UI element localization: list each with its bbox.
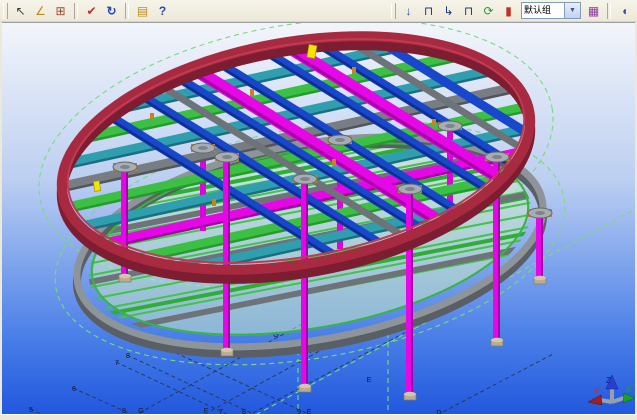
toolbar-separator <box>125 3 129 19</box>
check-model-icon[interactable]: ✔ <box>82 2 101 20</box>
grid-label: 6 <box>72 384 76 393</box>
phase-group-select[interactable]: 默认组 ▼ <box>521 2 581 19</box>
phase-grid-icon[interactable]: ▦ <box>584 2 603 20</box>
report-icon[interactable]: ▤ <box>133 2 152 20</box>
window-bottom-frame <box>0 414 637 420</box>
bolt-update-icon[interactable]: ↻ <box>102 2 121 20</box>
ink-marker-icon[interactable]: ▮ <box>499 2 518 20</box>
axis-x-label: X <box>626 385 632 394</box>
rebar-stirrup-icon[interactable]: ⊓ <box>459 2 478 20</box>
combo-dropdown-arrow-icon[interactable]: ▼ <box>564 2 581 19</box>
component-update-icon[interactable]: ⟳ <box>479 2 498 20</box>
help-icon[interactable]: ? <box>153 2 172 20</box>
model-viewport[interactable]: 9 8 7 6 5 8 G F 7 8 9 E D G F E <box>2 22 635 415</box>
grid-label: 7 <box>115 358 119 367</box>
grid-label: 8 <box>126 351 130 360</box>
grid-label: E <box>366 375 371 384</box>
toolbar-grip <box>391 3 396 19</box>
rebar-hook-icon[interactable]: ↳ <box>439 2 458 20</box>
axis-z-label: Z <box>606 376 611 385</box>
measure-angle-icon[interactable]: ∠ <box>31 2 50 20</box>
create-dimension-icon[interactable]: ⊞ <box>51 2 70 20</box>
toolbar-separator <box>74 3 78 19</box>
axis-y-label: Y <box>594 386 600 395</box>
rebar-bend-icon[interactable]: ⊓ <box>419 2 438 20</box>
toolbar-grip <box>3 3 8 19</box>
model-canvas: 9 8 7 6 5 8 G F 7 8 9 E D G F E <box>2 23 635 415</box>
measure-distance-icon[interactable]: ↖ <box>11 2 30 20</box>
pan-view-icon[interactable]: ◖ <box>615 2 634 20</box>
main-toolbar: ↖ ∠ ⊞ ✔ ↻ ▤ ? ↓ ⊓ ↳ ⊓ ⟳ ▮ 默认组 ▼ ▦ ◖ <box>0 0 637 22</box>
plumb-point-icon[interactable]: ↓ <box>399 2 418 20</box>
phase-group-value: 默认组 <box>521 2 564 19</box>
grid-label: 5 <box>29 405 33 414</box>
toolbar-separator <box>607 3 611 19</box>
